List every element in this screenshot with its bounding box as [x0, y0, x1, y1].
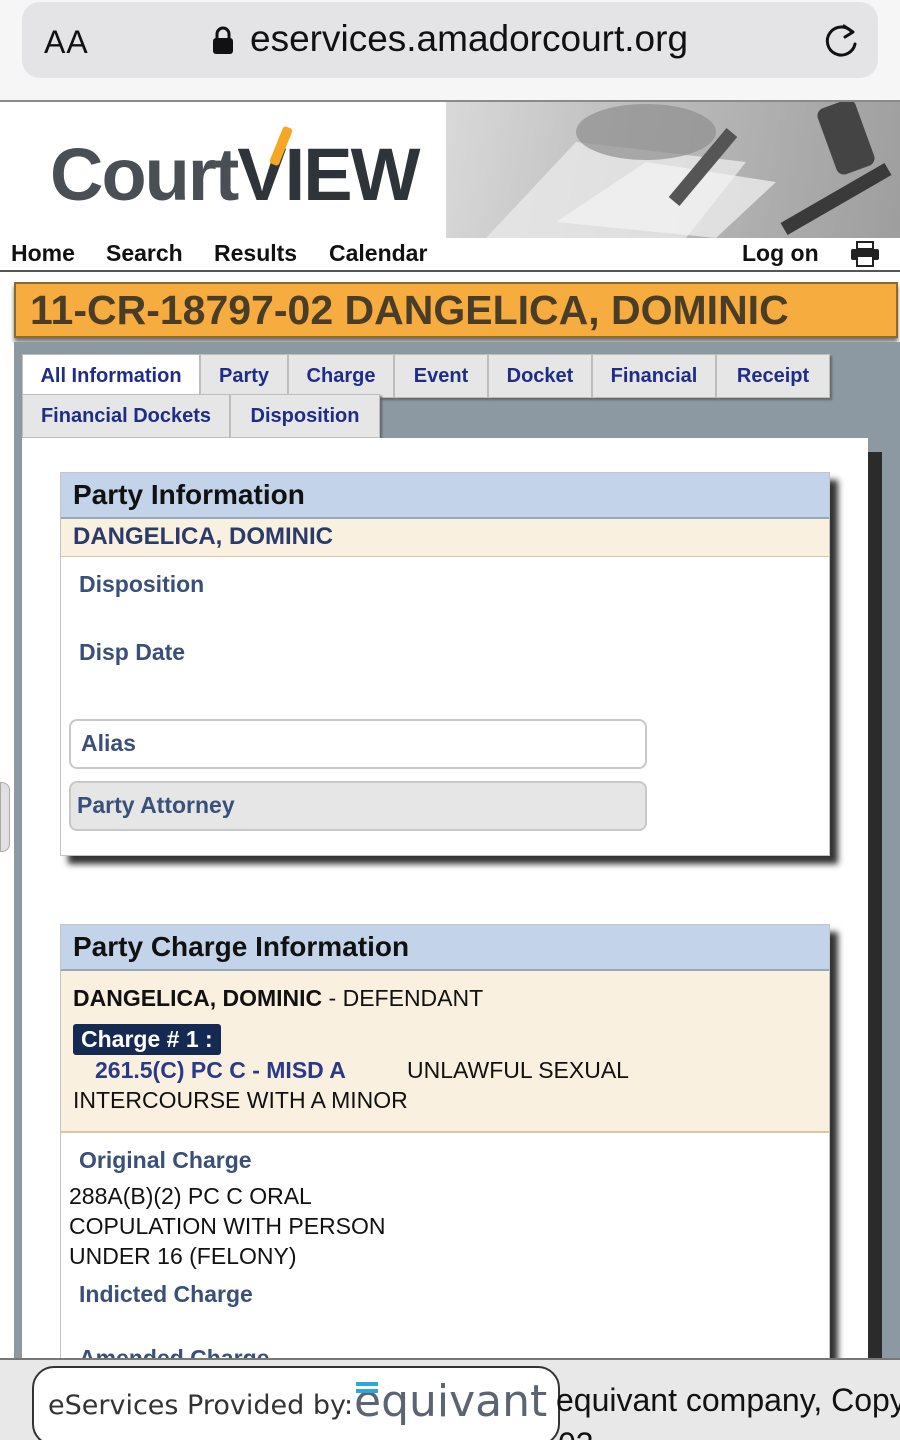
footer-copyright-text-2: 03: [558, 1426, 594, 1440]
charge-party-role: - DEFENDANT: [322, 985, 484, 1011]
page-footer: eServices Provided by: equivant equivant…: [0, 1358, 900, 1440]
original-charge-label: Original Charge: [79, 1147, 252, 1173]
tab-financial[interactable]: Financial: [592, 354, 716, 398]
print-icon[interactable]: [850, 241, 880, 267]
equivant-logo: equivant: [354, 1376, 547, 1427]
tab-docket[interactable]: Docket: [488, 354, 592, 398]
nav-calendar[interactable]: Calendar: [329, 240, 427, 267]
party-charge-information-heading: Party Charge Information: [61, 925, 829, 971]
address-bar[interactable]: AA eservices.amadorcourt.org: [22, 2, 878, 78]
party-information-section: Party Information DANGELICA, DOMINIC Dis…: [60, 472, 830, 856]
logo-text-view: VIEW: [237, 133, 420, 216]
case-title: 11-CR-18797-02 DANGELICA, DOMINIC: [30, 287, 789, 333]
disposition-label: Disposition: [79, 571, 205, 597]
nav-log-on[interactable]: Log on: [742, 240, 819, 267]
provided-by-text: eServices Provided by:: [48, 1390, 354, 1421]
charge-party-name: DANGELICA, DOMINIC: [73, 985, 323, 1011]
charge-code: 261.5(C) PC C - MISD A: [95, 1057, 346, 1083]
browser-toolbar: AA eservices.amadorcourt.org: [0, 0, 900, 100]
nav-search[interactable]: Search: [106, 240, 183, 267]
party-information-heading: Party Information: [61, 473, 829, 519]
courtview-logo[interactable]: CourtVIEW: [50, 125, 420, 217]
party-charge-information-section: Party Charge Information DANGELICA, DOMI…: [60, 924, 830, 1371]
party-name: DANGELICA, DOMINIC: [61, 519, 829, 557]
nav-results[interactable]: Results: [214, 240, 297, 267]
lock-icon: [213, 26, 233, 54]
tab-disposition[interactable]: Disposition: [230, 394, 380, 438]
tab-financial-dockets[interactable]: Financial Dockets: [22, 394, 230, 438]
charge-number-badge: Charge # 1 :: [73, 1024, 221, 1055]
main-nav: Home Search Results Calendar Log on: [0, 238, 900, 272]
charge-party-line: DANGELICA, DOMINIC - DEFENDANT: [73, 985, 817, 1012]
original-charge-line-2: COPULATION WITH PERSON: [69, 1213, 386, 1239]
tab-all-information[interactable]: All Information: [22, 354, 200, 398]
equivant-logo-mark: [356, 1382, 378, 1386]
tab-receipt[interactable]: Receipt: [716, 354, 830, 398]
tab-event[interactable]: Event: [394, 354, 488, 398]
gavel-writing-illustration: [486, 102, 892, 238]
panel-shadow: [868, 452, 882, 1358]
charge-description-line-1: UNLAWFUL SEXUAL: [407, 1057, 629, 1083]
header-banner-image: [446, 102, 900, 238]
original-charge-line-1: 288A(B)(2) PC C ORAL: [69, 1183, 312, 1209]
site-header: CourtVIEW: [0, 102, 900, 240]
tab-charge[interactable]: Charge: [288, 354, 394, 398]
side-handle[interactable]: [0, 782, 10, 852]
url-text[interactable]: eservices.amadorcourt.org: [250, 18, 688, 60]
nav-home[interactable]: Home: [11, 240, 75, 267]
party-attorney-field[interactable]: Party Attorney: [69, 781, 647, 831]
charge-description-line-2: INTERCOURSE WITH A MINOR: [73, 1087, 408, 1113]
disp-date-label: Disp Date: [79, 639, 186, 665]
indicted-charge-label: Indicted Charge: [79, 1281, 253, 1307]
reload-icon[interactable]: [822, 22, 860, 60]
logo-text-court: Court: [50, 133, 239, 216]
web-page: CourtVIEW Home Search Results Calendar L…: [0, 100, 900, 1440]
footer-copyright-text: equivant company, Copy: [556, 1382, 900, 1418]
tab-party[interactable]: Party: [200, 354, 288, 398]
equivant-logo-text: equivant: [354, 1376, 548, 1427]
case-title-bar: 11-CR-18797-02 DANGELICA, DOMINIC: [14, 282, 898, 338]
original-charge-line-3: UNDER 16 (FELONY): [69, 1243, 297, 1269]
text-size-button[interactable]: AA: [44, 24, 89, 61]
provider-badge[interactable]: eServices Provided by: equivant: [32, 1366, 560, 1440]
charge-block: DANGELICA, DOMINIC - DEFENDANT Charge # …: [61, 971, 829, 1133]
alias-field[interactable]: Alias: [69, 719, 647, 769]
